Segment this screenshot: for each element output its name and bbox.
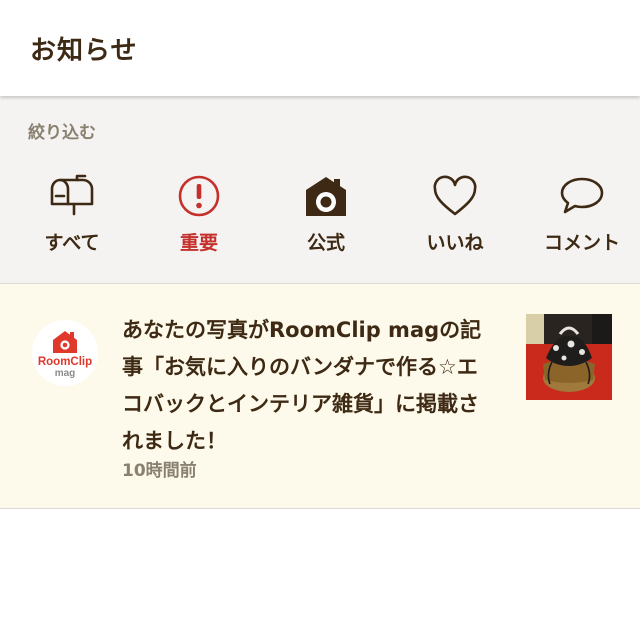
- avatar-logo-subtext: mag: [55, 368, 76, 379]
- tab-label-important: 重要: [179, 232, 218, 254]
- mailbox-icon: [47, 174, 97, 220]
- tab-important[interactable]: 重要: [144, 174, 254, 274]
- filter-tabs: すべて 重要 公式 いいね コメント: [0, 174, 640, 274]
- filter-label: 絞り込む: [28, 123, 96, 143]
- speech-bubble-icon: [557, 174, 607, 220]
- tab-label-all: すべて: [44, 232, 100, 254]
- notification-time: 10時間前: [122, 461, 197, 481]
- tab-label-comments: コメント: [543, 232, 620, 254]
- tab-comments[interactable]: コメント: [527, 174, 637, 274]
- page-title: お知らせ: [30, 35, 138, 66]
- filter-panel: 絞り込む すべて 重要 公式 いいね コメント: [0, 96, 640, 284]
- tab-likes[interactable]: いいね: [400, 174, 510, 274]
- tab-official[interactable]: 公式: [271, 174, 381, 274]
- app-header: お知らせ: [0, 0, 640, 96]
- avatar-logo-text: RoomClip: [38, 356, 92, 368]
- exclamation-circle-icon: [174, 174, 224, 220]
- tab-label-likes: いいね: [426, 232, 484, 254]
- heart-icon: [430, 174, 480, 220]
- tab-label-official: 公式: [306, 232, 345, 254]
- notification-message: あなたの写真がRoomClip magの記事「お気に入りのバンダナで作る☆エコバ…: [122, 318, 482, 453]
- tab-all[interactable]: すべて: [17, 174, 127, 274]
- notification-item[interactable]: RoomClip mag あなたの写真がRoomClip magの記事「お気に入…: [0, 284, 640, 509]
- roomclip-mag-avatar[interactable]: RoomClip mag: [32, 320, 98, 386]
- notification-thumbnail[interactable]: [526, 314, 612, 400]
- camera-house-icon: [301, 174, 351, 220]
